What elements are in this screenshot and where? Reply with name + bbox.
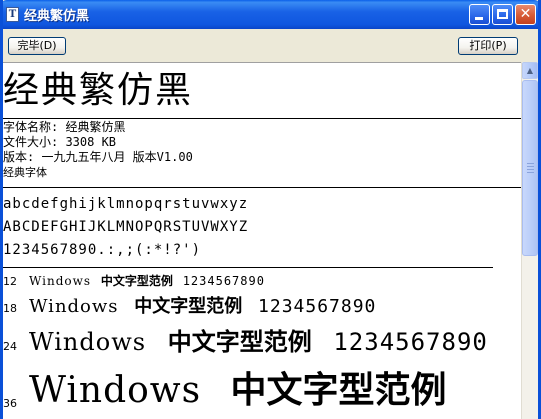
- scroll-up-button[interactable]: ▲: [522, 62, 538, 79]
- close-button[interactable]: ✕: [515, 4, 536, 25]
- maximize-icon: [497, 9, 508, 19]
- sample-latin: Windows: [29, 328, 147, 356]
- font-file-icon: T: [6, 7, 19, 22]
- grip-line: [527, 163, 534, 164]
- title-bar[interactable]: T 经典繁仿黑 ✕: [3, 0, 538, 29]
- sample-row-24: Windows 中文字型范例 1234567890: [29, 324, 488, 360]
- sample-cjk: 中文字型范例: [100, 274, 173, 288]
- info-version: 版本: 一九九五年八月 版本V1.00: [3, 150, 193, 164]
- charset-uppercase: ABCDEFGHIJKLMNOPQRSTUVWXYZ: [3, 219, 249, 235]
- maximize-button[interactable]: [492, 4, 513, 25]
- sample-latin: Windows: [29, 274, 92, 288]
- sample-size-label: 36: [3, 397, 17, 410]
- print-button[interactable]: 打印(P): [458, 37, 518, 55]
- chevron-up-icon: ▲: [526, 66, 534, 75]
- info-file-size: 文件大小: 3308 KB: [3, 135, 117, 149]
- sample-size-label: 12: [3, 275, 17, 288]
- sample-size-label: 18: [3, 302, 17, 315]
- font-preview-pane: 经典繁仿黑 字体名称: 经典繁仿黑 文件大小: 3308 KB 版本: 一九九五…: [3, 62, 521, 419]
- sample-latin: Windows: [29, 370, 202, 411]
- info-font-name: 字体名称: 经典繁仿黑: [3, 120, 126, 134]
- charset-digits-punct: 1234567890.:,;(:*!?'): [3, 242, 202, 258]
- sample-latin: Windows: [29, 296, 119, 317]
- divider: [3, 187, 521, 188]
- done-button[interactable]: 完毕(D): [8, 37, 66, 55]
- info-font-type: 经典字体: [3, 166, 47, 179]
- sample-size-label: 24: [3, 340, 17, 353]
- divider: [3, 267, 493, 268]
- toolbar: 完毕(D) 打印(P): [3, 29, 538, 62]
- sample-digits: 1234567890: [182, 274, 265, 288]
- close-icon: ✕: [519, 6, 532, 22]
- sample-digits: 1234567890: [258, 296, 377, 317]
- sample-digits: 1234567890: [333, 328, 488, 356]
- charset-lowercase: abcdefghijklmnopqrstuvwxyz: [3, 196, 249, 212]
- sample-cjk: 中文字型范例: [230, 370, 447, 411]
- window-title: 经典繁仿黑: [24, 9, 90, 24]
- sample-row-18: Windows 中文字型范例 1234567890: [29, 293, 376, 321]
- scroll-thumb[interactable]: [522, 80, 538, 256]
- grip-line: [527, 169, 534, 170]
- vertical-scrollbar[interactable]: ▲: [521, 62, 538, 419]
- font-display-name: 经典繁仿黑: [3, 70, 194, 111]
- grip-line: [527, 166, 534, 167]
- minimize-icon: [475, 17, 483, 20]
- sample-row-36: Windows 中文字型范例: [29, 365, 447, 417]
- sample-row-12: Windows 中文字型范例 1234567890: [29, 271, 265, 291]
- font-viewer-window: T 经典繁仿黑 ✕ 完毕(D) 打印(P) 经典繁仿黑 字体名称: 经典繁仿黑 …: [0, 0, 541, 419]
- grip-line: [527, 172, 534, 173]
- sample-cjk: 中文字型范例: [134, 296, 243, 317]
- divider: [3, 118, 521, 119]
- sample-cjk: 中文字型范例: [167, 328, 312, 356]
- minimize-button[interactable]: [469, 4, 490, 25]
